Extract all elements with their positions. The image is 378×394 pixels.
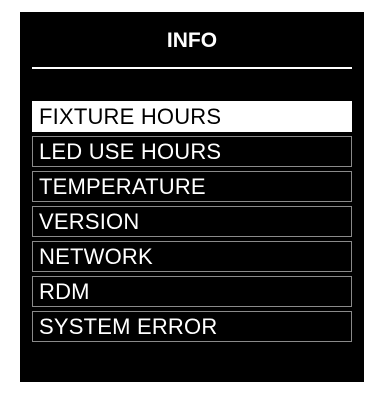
menu-item-led-use-hours[interactable]: LED USE HOURS [32, 136, 352, 167]
menu-item-fixture-hours[interactable]: FIXTURE HOURS [32, 101, 352, 132]
menu-item-temperature[interactable]: TEMPERATURE [32, 171, 352, 202]
screen-title: INFO [166, 29, 218, 52]
menu-item-version[interactable]: VERSION [32, 206, 352, 237]
title-divider [32, 67, 352, 69]
menu-item-system-error[interactable]: SYSTEM ERROR [32, 311, 352, 342]
menu-item-rdm[interactable]: RDM [32, 276, 352, 307]
info-menu: FIXTURE HOURS LED USE HOURS TEMPERATURE … [32, 101, 352, 346]
info-screen: INFO FIXTURE HOURS LED USE HOURS TEMPERA… [0, 0, 378, 394]
display-panel: INFO FIXTURE HOURS LED USE HOURS TEMPERA… [20, 12, 364, 382]
menu-item-network[interactable]: NETWORK [32, 241, 352, 272]
